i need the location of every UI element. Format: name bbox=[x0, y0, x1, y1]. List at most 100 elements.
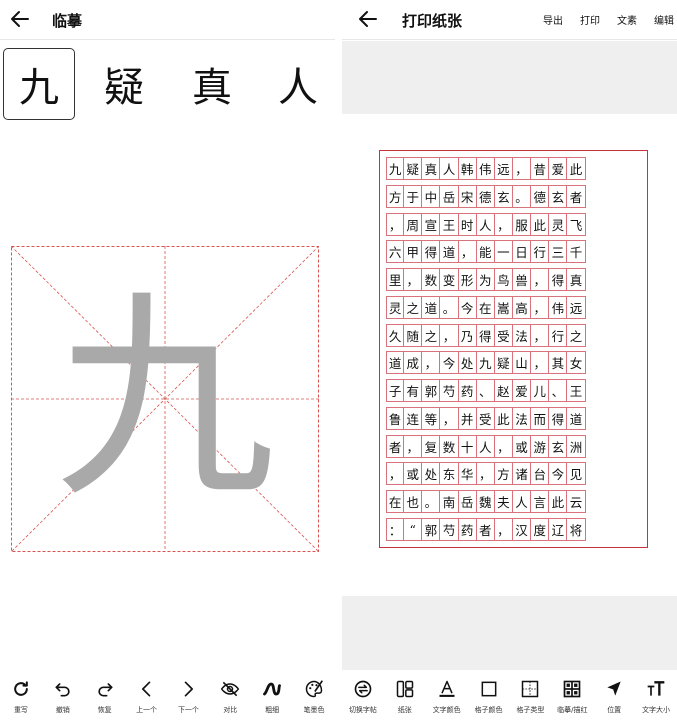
grid-cell: 灵 bbox=[386, 295, 405, 319]
grid-cell: ， bbox=[531, 323, 550, 347]
previous-button[interactable]: 上一个 bbox=[127, 678, 167, 715]
grid-cell: ， bbox=[404, 434, 423, 458]
grid-cell: 真 bbox=[422, 157, 441, 180]
grid-cell: 灵 bbox=[549, 212, 568, 236]
grid-cell: 儿 bbox=[531, 379, 550, 402]
grid-cell: 疑 bbox=[404, 157, 423, 180]
ink-color-button[interactable]: 笔墨色 bbox=[294, 678, 334, 715]
text-size-icon bbox=[647, 681, 665, 696]
header-actions: 导出 打印 文素 编辑 bbox=[543, 12, 674, 27]
grid-cell: 伟 bbox=[549, 295, 568, 319]
grid-cell: 远 bbox=[494, 157, 513, 180]
back-button[interactable] bbox=[356, 7, 380, 31]
grid-cell: 疑 bbox=[494, 351, 513, 375]
grid-cell: 随 bbox=[404, 323, 423, 347]
char-item[interactable]: 人 bbox=[262, 48, 334, 120]
grid-cell: 山 bbox=[512, 351, 532, 375]
grid-cell: 法 bbox=[512, 323, 532, 347]
grid-cell: 十 bbox=[458, 434, 477, 458]
print-button[interactable]: 打印 bbox=[580, 12, 600, 27]
text-size-button[interactable]: 文字大小 bbox=[638, 678, 675, 715]
grid-cell: 兽 bbox=[512, 268, 532, 291]
trace-mode-button[interactable]: 临摹/描红 bbox=[554, 678, 591, 715]
compare-button[interactable]: 对比 bbox=[210, 678, 250, 715]
grid-cell: 之 bbox=[567, 323, 586, 347]
paper-toolbar: 切换字帖 纸张 文字颜色 格子颜色 格子类型 临摹/描红 位置 文字大小 bbox=[342, 672, 677, 722]
grid-cell: ， bbox=[531, 351, 550, 375]
grid-cell: 三 bbox=[549, 240, 568, 264]
tool-label: 临摹/描红 bbox=[557, 706, 588, 714]
grid-cell: 嵩 bbox=[494, 295, 513, 319]
grid-cell: 周 bbox=[404, 212, 423, 236]
grid-cell: 九 bbox=[476, 351, 495, 375]
grid-cell: 一 bbox=[494, 240, 513, 264]
char-item[interactable]: 真 bbox=[176, 48, 248, 120]
grid-cell: 昔 bbox=[531, 157, 550, 180]
grid-cell: 台 bbox=[531, 462, 550, 486]
stroke-width-button[interactable]: 粗细 bbox=[252, 678, 292, 715]
grid-cell: 爱 bbox=[512, 379, 532, 402]
undo-button[interactable]: 撤销 bbox=[43, 678, 83, 715]
rewrite-icon bbox=[14, 681, 28, 696]
grid-cell: 将 bbox=[567, 517, 586, 541]
char-item[interactable]: 疑 bbox=[88, 48, 160, 120]
grid-cell: ， bbox=[531, 268, 550, 291]
grid-row: 道成，今处九疑山，其女 bbox=[386, 351, 640, 375]
char-item[interactable]: 九 bbox=[3, 48, 75, 120]
top-bar: 打印纸张 导出 打印 文素 编辑 bbox=[342, 0, 677, 40]
redo-button[interactable]: 恢复 bbox=[85, 678, 125, 715]
paper-button[interactable]: 纸张 bbox=[386, 678, 423, 715]
grid-row: 九疑真人韩伟远，昔爱此 bbox=[386, 157, 640, 180]
grid-cell: ： bbox=[386, 517, 405, 541]
grid-cell: 得 bbox=[549, 406, 568, 430]
tool-label: 格子颜色 bbox=[474, 706, 503, 714]
grid-cell: 。 bbox=[440, 295, 459, 319]
grid-cell: 辽 bbox=[549, 517, 568, 541]
screen-divider bbox=[335, 0, 342, 722]
switch-copybook-button[interactable]: 切换字帖 bbox=[344, 678, 381, 715]
grid-cell: 日 bbox=[512, 240, 532, 264]
preview-background-top bbox=[342, 41, 677, 114]
practice-grid[interactable]: 九 bbox=[10, 245, 320, 553]
tool-label: 文字颜色 bbox=[432, 706, 461, 714]
grid-cell: 远 bbox=[567, 295, 586, 319]
grid-cell: ， bbox=[494, 212, 513, 236]
grid-cell: 方 bbox=[494, 462, 513, 486]
grid-color-button[interactable]: 格子颜色 bbox=[470, 678, 507, 715]
grid-cell: 药 bbox=[458, 517, 477, 541]
grid-cell: 也 bbox=[404, 490, 423, 513]
grid-cell: 洲 bbox=[567, 434, 586, 458]
tool-label: 格子类型 bbox=[516, 706, 545, 714]
grid-type-button[interactable]: 格子类型 bbox=[512, 678, 549, 715]
export-button[interactable]: 导出 bbox=[543, 12, 563, 27]
grid-row: 鲁连等，并受此法而得道 bbox=[386, 406, 640, 430]
grid-cell: 道 bbox=[440, 240, 459, 264]
grid-row: 灵之道。今在嵩高，伟远 bbox=[386, 295, 640, 319]
grid-cell: 等 bbox=[422, 406, 441, 430]
grid-cell: 今 bbox=[458, 295, 477, 319]
grid-cell: 爱 bbox=[549, 157, 568, 180]
text-color-button[interactable]: 文字颜色 bbox=[428, 678, 465, 715]
next-button[interactable]: 下一个 bbox=[168, 678, 208, 715]
grid-cell: 乃 bbox=[458, 323, 477, 347]
grid-cell: 诸 bbox=[512, 462, 532, 486]
text-content-button[interactable]: 文素 bbox=[617, 12, 637, 27]
back-button[interactable] bbox=[8, 7, 32, 31]
rewrite-button[interactable]: 重写 bbox=[1, 678, 41, 715]
grid-cell: 数 bbox=[440, 434, 459, 458]
grid-cell: ， bbox=[386, 462, 405, 486]
position-button[interactable]: 位置 bbox=[596, 678, 633, 715]
switch-copybook-icon bbox=[354, 680, 372, 698]
grid-cell: 者 bbox=[476, 517, 495, 541]
grid-cell: ， bbox=[440, 406, 459, 430]
grid-cell: 夫 bbox=[494, 490, 513, 513]
grid-row: 方于中岳宋德玄。德玄者 bbox=[386, 184, 640, 208]
tool-label: 下一个 bbox=[177, 706, 199, 714]
grid-cell: 。 bbox=[512, 184, 532, 208]
arrow-left-icon bbox=[359, 11, 377, 27]
grid-cell: 韩 bbox=[458, 157, 477, 180]
stroke-width-icon bbox=[263, 682, 282, 696]
edit-button[interactable]: 编辑 bbox=[654, 12, 674, 27]
redo-icon bbox=[98, 683, 113, 697]
grid-cell: 王 bbox=[567, 379, 586, 402]
